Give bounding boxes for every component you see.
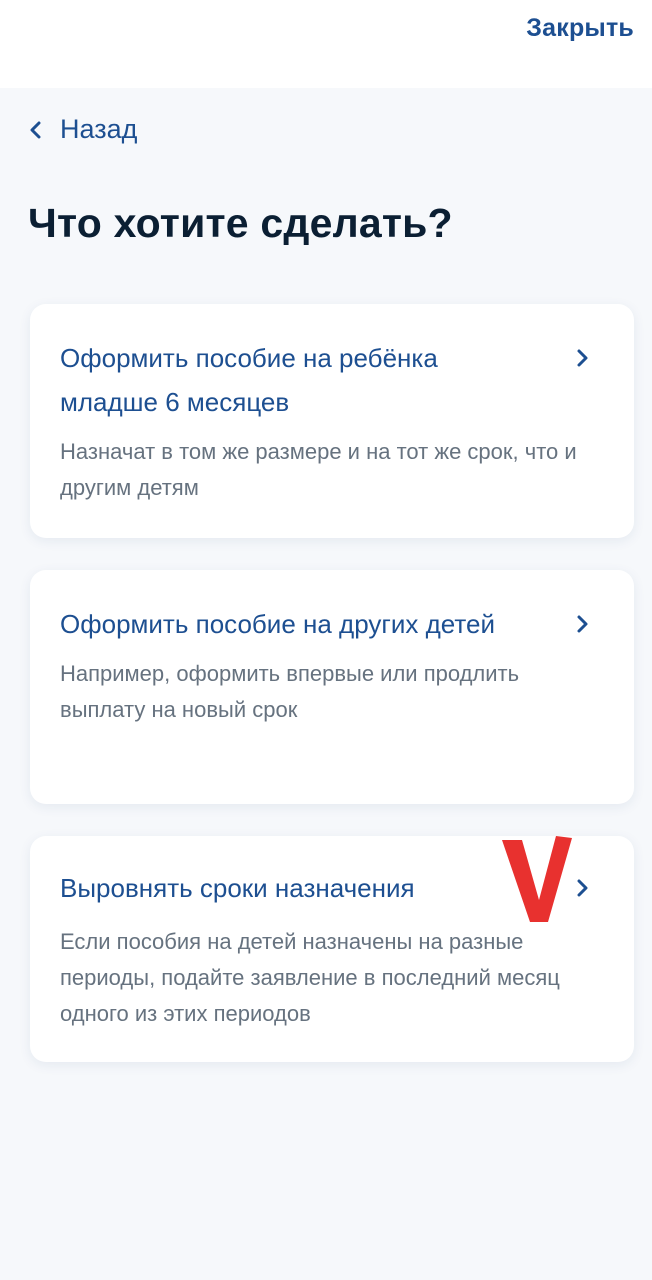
option-description: Если пособия на детей назначены на разны… xyxy=(60,929,560,1026)
chevron-right-icon xyxy=(577,879,588,897)
chevron-left-icon xyxy=(30,121,41,138)
option-description: Назначат в том же размере и на тот же ср… xyxy=(60,439,577,500)
chevron-right-icon xyxy=(577,349,588,367)
checkmark-v-icon xyxy=(502,836,572,922)
option-title: Оформить пособие на других детей xyxy=(60,609,495,639)
option-description: Например, оформить впервые или продлить … xyxy=(60,661,520,722)
back-label: Назад xyxy=(60,114,138,144)
top-bar: Закрыть xyxy=(0,0,652,88)
option-card-infant-benefit[interactable]: Оформить пособие на ребёнка младше 6 мес… xyxy=(30,304,634,538)
option-title: Выровнять сроки назначения xyxy=(60,873,415,903)
option-card-other-children[interactable]: Оформить пособие на других детей Наприме… xyxy=(30,570,634,804)
close-button[interactable]: Закрыть xyxy=(526,14,634,43)
back-button[interactable]: Назад xyxy=(28,114,137,145)
option-title: Оформить пособие на ребёнка младше 6 мес… xyxy=(60,343,438,417)
page-title: Что хотите сделать? xyxy=(28,200,453,246)
chevron-right-icon xyxy=(577,615,588,633)
